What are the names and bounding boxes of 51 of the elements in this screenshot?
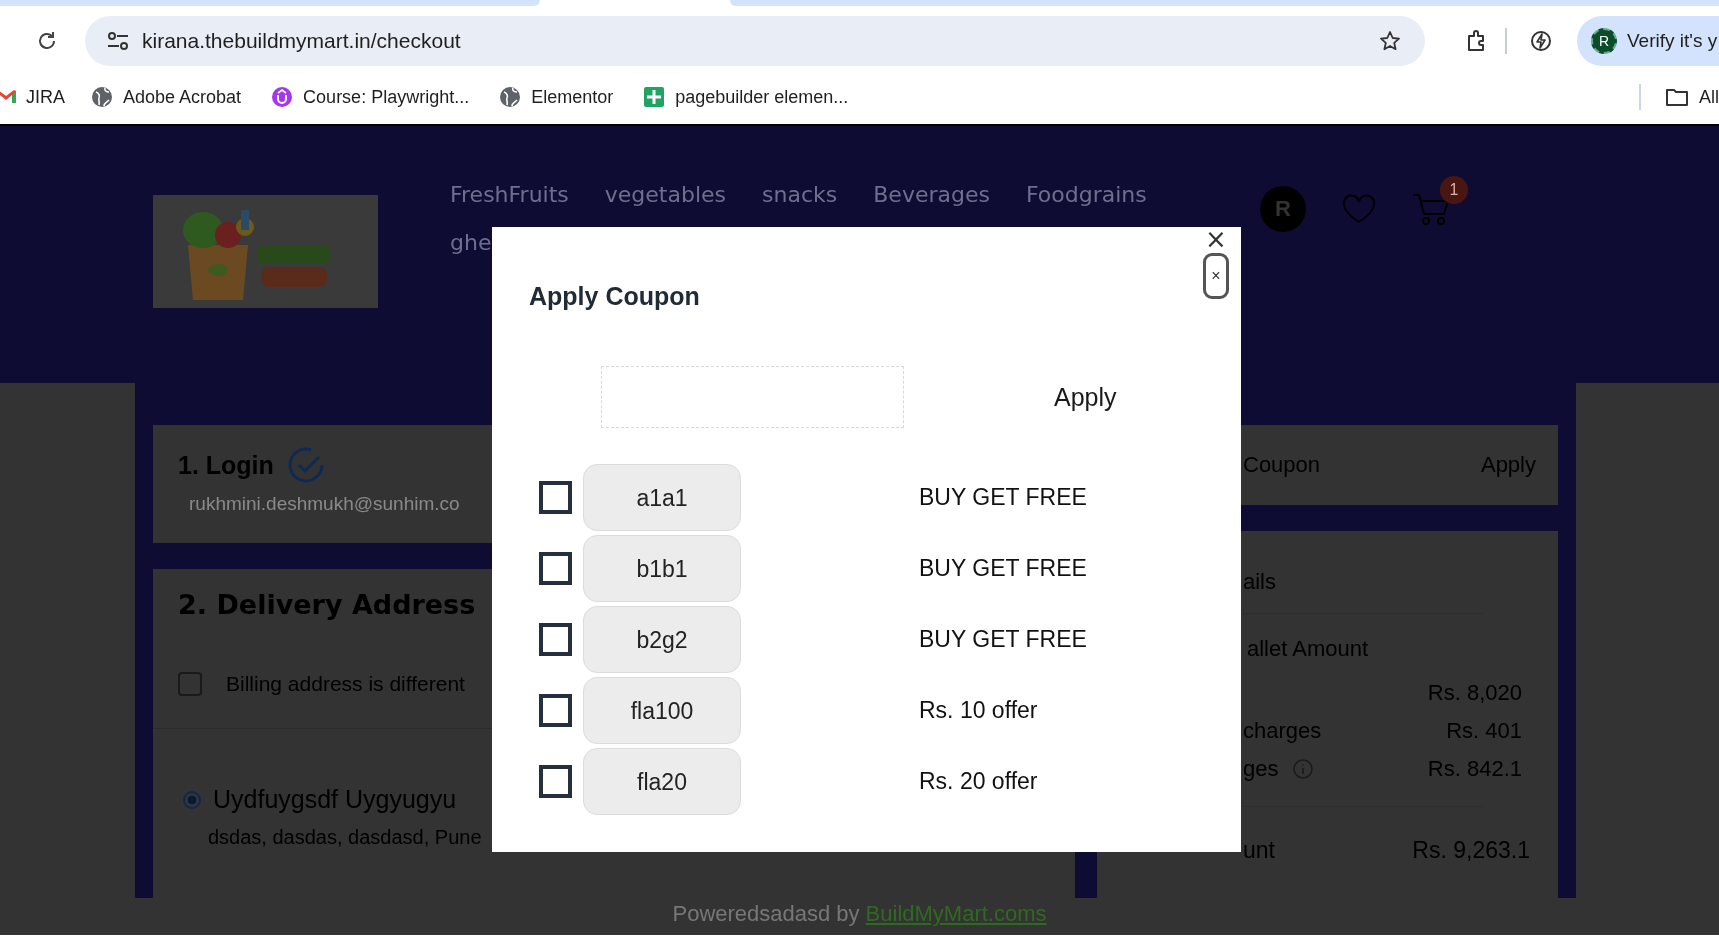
coupon-code[interactable]: fla100	[583, 677, 741, 744]
coupon-code-field[interactable]	[601, 366, 904, 428]
coupon-code[interactable]: b2g2	[583, 606, 741, 673]
coupon-description: Rs. 20 offer	[919, 768, 1038, 795]
url-text: kirana.thebuildmymart.in/checkout	[142, 29, 462, 53]
profile-button[interactable]: R Verify it's y	[1577, 16, 1719, 66]
site-settings-icon[interactable]	[107, 32, 129, 50]
checkbox[interactable]	[178, 672, 202, 696]
cart-count-badge: 1	[1440, 176, 1468, 204]
folder-icon	[1665, 87, 1689, 107]
nav-link[interactable]: Beverages	[873, 178, 990, 212]
course-icon	[271, 86, 294, 108]
footer-text: Poweredsadasd by	[672, 901, 860, 926]
bookmark[interactable]: JIRA	[0, 86, 65, 108]
close-button[interactable]: ×	[1203, 253, 1229, 299]
checkbox[interactable]	[539, 694, 572, 727]
apply-button[interactable]: Apply	[1054, 382, 1117, 412]
globe-icon	[91, 86, 113, 108]
nav-link[interactable]: snacks	[762, 178, 838, 212]
coupon-description: BUY GET FREE	[919, 555, 1087, 582]
radio-button[interactable]	[183, 790, 201, 809]
coupon-description: BUY GET FREE	[919, 484, 1087, 511]
email-text: rukhmini.deshmukh@sunhim.co	[189, 493, 460, 515]
coupon-code[interactable]: fla20	[583, 748, 741, 815]
profile-avatar: R	[1591, 28, 1617, 54]
checkbox[interactable]	[539, 481, 572, 514]
sheet-icon	[643, 86, 666, 108]
nav-link[interactable]: ghe	[450, 226, 492, 260]
dialog-title: Apply Coupon	[529, 282, 700, 311]
bookmark[interactable]: Adobe Acrobat	[91, 86, 242, 108]
coupon-description: Rs. 10 offer	[919, 697, 1038, 724]
address-bar[interactable]: kirana.thebuildmymart.in/checkout	[85, 16, 1425, 66]
check-circle-icon	[287, 447, 324, 483]
reload-icon[interactable]	[36, 30, 58, 52]
bookmark[interactable]: Course: Playwright...	[271, 86, 470, 108]
close-button[interactable]: ×	[1205, 227, 1227, 251]
coupon-description: BUY GET FREE	[919, 626, 1087, 653]
performance-icon[interactable]	[1529, 29, 1553, 53]
coupon-code[interactable]: a1a1	[583, 464, 741, 531]
coupon-code[interactable]: b1b1	[583, 535, 741, 602]
checkbox[interactable]	[539, 765, 572, 798]
nav-link[interactable]: vegetables	[604, 178, 727, 212]
bookmark[interactable]: Elementor	[499, 86, 614, 108]
checkbox[interactable]	[539, 552, 572, 585]
all-bookmarks-button[interactable]: All	[1665, 86, 1719, 108]
star-icon[interactable]	[1379, 30, 1401, 52]
nav-link[interactable]: Foodgrains	[1025, 178, 1147, 212]
nav-link[interactable]: FreshFruits	[450, 178, 569, 212]
checkbox[interactable]	[539, 623, 572, 656]
globe-icon	[499, 86, 522, 108]
bookmark[interactable]: pagebuilder elemen...	[643, 86, 849, 108]
